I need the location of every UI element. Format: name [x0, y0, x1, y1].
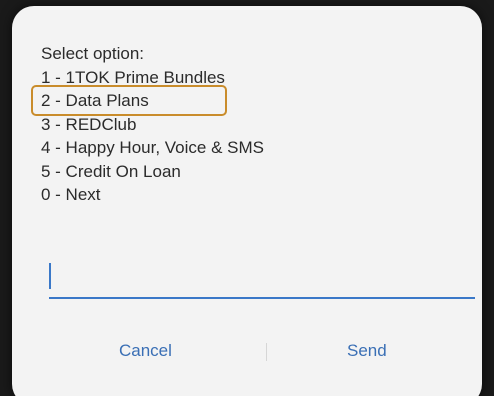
send-button[interactable]: Send: [339, 331, 395, 371]
screen: Select option: 1 - 1TOK Prime Bundles 2 …: [0, 0, 494, 396]
option-credit-on-loan: 5 - Credit On Loan: [41, 161, 181, 181]
dialog-actions: Cancel Send: [12, 331, 482, 371]
option-redclub: 3 - REDClub: [41, 114, 137, 134]
text-cursor: [49, 263, 51, 289]
input-underline: [49, 297, 475, 299]
message-header: Select option:: [41, 44, 145, 63]
option-happy-hour-voice-sms: 4 - Happy Hour, Voice & SMS: [41, 138, 264, 157]
reply-input[interactable]: [49, 259, 475, 297]
ussd-dialog: Select option: 1 - 1TOK Prime Bundles 2 …: [12, 6, 482, 396]
ussd-message: Select option: 1 - 1TOK Prime Bundles 2 …: [41, 42, 264, 207]
option-highlight-box: [31, 85, 227, 116]
button-divider: [266, 343, 267, 361]
cancel-button[interactable]: Cancel: [111, 331, 180, 371]
option-next: 0 - Next: [41, 185, 101, 204]
reply-input-container[interactable]: [49, 259, 475, 297]
